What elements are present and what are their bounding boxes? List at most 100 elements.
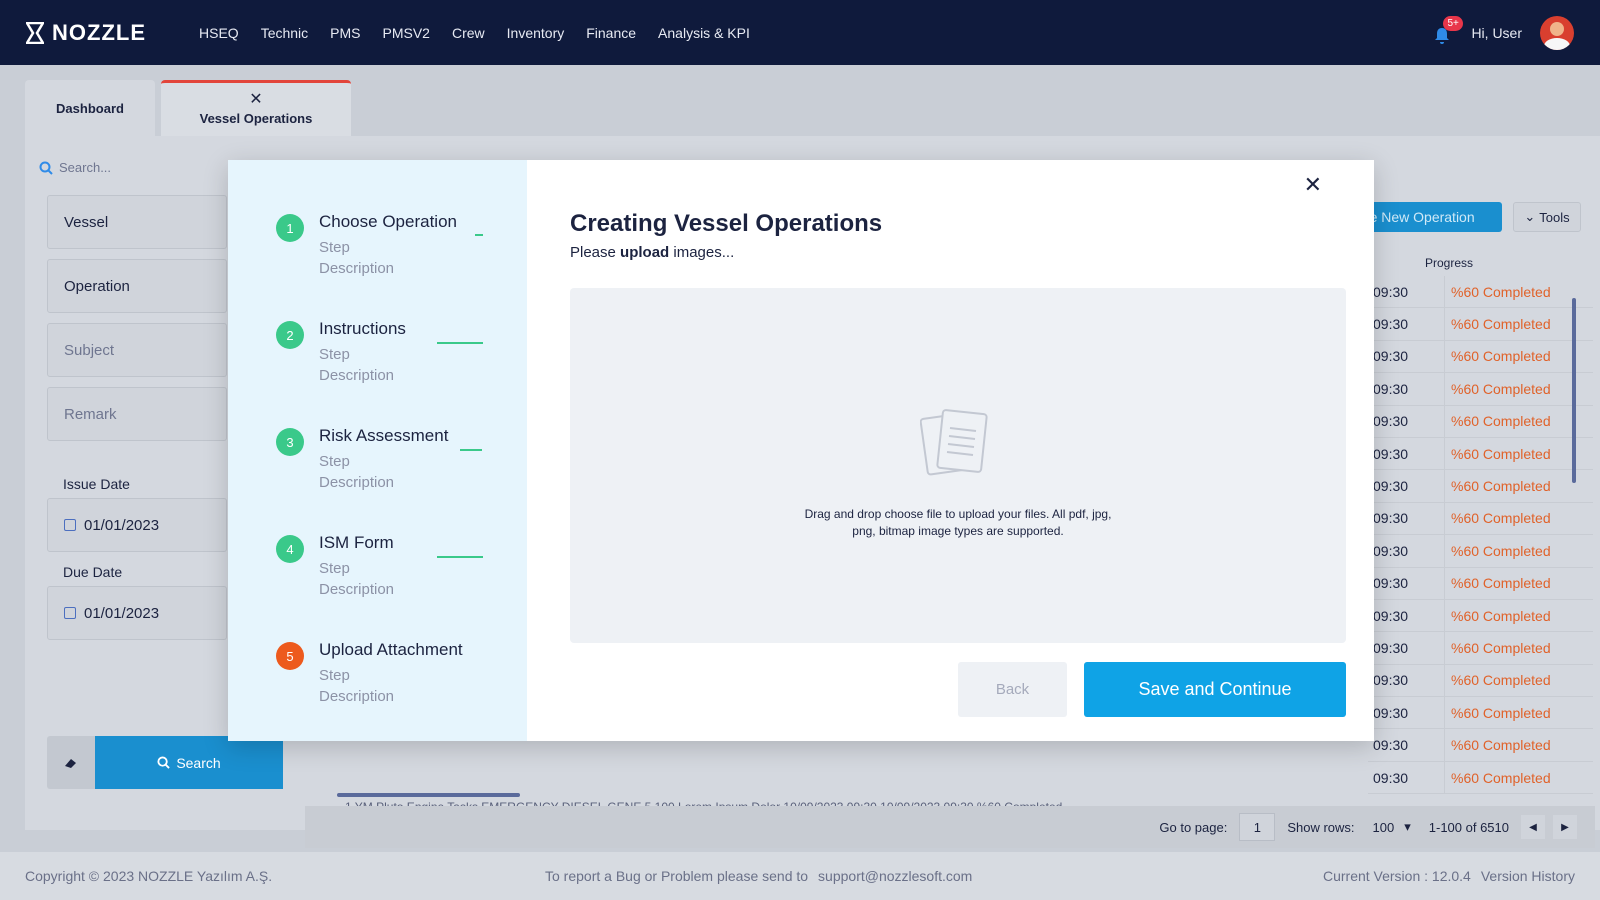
chevron-right-icon: ▶ xyxy=(1561,821,1569,833)
avatar[interactable] xyxy=(1540,15,1574,50)
table-row[interactable]: 09:30 %60 Completed xyxy=(1368,761,1593,795)
copyright-text: Copyright © 2023 NOZZLE Yazılım A.Ş. xyxy=(25,868,273,884)
progress-cell: %60 Completed xyxy=(1451,413,1551,430)
file-dropzone[interactable]: Drag and drop choose file to upload your… xyxy=(570,288,1346,643)
time-cell: 09:30 xyxy=(1368,373,1445,405)
close-tab-icon[interactable]: ✕ xyxy=(249,92,262,108)
issue-date-value: 01/01/2023 xyxy=(84,516,160,534)
vessel-select[interactable]: Vessel xyxy=(47,195,227,249)
document-icon xyxy=(920,409,988,476)
save-and-continue-button[interactable]: Save and Continue xyxy=(1084,662,1346,717)
calendar-icon xyxy=(64,607,76,619)
search-button[interactable]: Search xyxy=(95,736,283,789)
wizard-step-5[interactable]: 5 Upload Attachment Step Description xyxy=(276,640,463,707)
step-number-2: 2 xyxy=(276,321,304,349)
tools-button[interactable]: ⌄ Tools xyxy=(1513,202,1581,232)
subject-input[interactable]: Subject xyxy=(47,323,227,377)
next-page-button[interactable]: ▶ xyxy=(1553,815,1577,839)
step-number-1: 1 xyxy=(276,214,304,242)
operation-select-label: Operation xyxy=(64,277,130,295)
subject-placeholder: Subject xyxy=(64,341,115,359)
version-info: Current Version : 12.0.4 Version History xyxy=(1323,868,1575,884)
calendar-icon xyxy=(64,519,76,531)
time-cell: 09:30 xyxy=(1368,276,1445,308)
table-row[interactable]: 09:30 %60 Completed xyxy=(1368,340,1593,374)
go-to-page-input[interactable]: 1 xyxy=(1239,813,1276,841)
operations-table: 09:30 %60 Completed 09:30 %60 Completed 09:3… xyxy=(1368,276,1593,795)
wizard-step-4[interactable]: 4 ISM Form Step Description xyxy=(276,533,394,600)
notification-badge: 5+ xyxy=(1443,15,1463,31)
operation-select[interactable]: Operation xyxy=(47,259,227,313)
wizard-step-1[interactable]: 1 Choose Operation Step Description xyxy=(276,212,457,279)
nav-item-analysis-kpi[interactable]: Analysis & KPI xyxy=(658,25,750,41)
user-greeting: Hi, User xyxy=(1471,24,1522,41)
table-row[interactable]: 09:30 %60 Completed xyxy=(1368,405,1593,438)
subtitle-suffix: images... xyxy=(669,244,735,261)
table-row[interactable]: 09:30 %60 Completed xyxy=(1368,437,1593,471)
issue-date-field[interactable]: 01/01/2023 xyxy=(47,498,227,552)
prev-page-button[interactable]: ◀ xyxy=(1521,815,1545,839)
step-title: Upload Attachment xyxy=(319,640,463,659)
table-row[interactable]: 09:30 %60 Completed xyxy=(1368,276,1593,309)
progress-cell: %60 Completed xyxy=(1451,704,1551,721)
footer: Copyright © 2023 NOZZLE Yazılım A.Ş. To … xyxy=(0,852,1600,900)
modal-content: ✕ Creating Vessel Operations Please uplo… xyxy=(527,160,1374,741)
create-operation-modal: 1 Choose Operation Step Description 2 In… xyxy=(228,160,1374,741)
sidebar-search[interactable]: Search... xyxy=(39,160,111,175)
table-row[interactable]: 09:30 %60 Completed xyxy=(1368,632,1593,665)
progress-cell: %60 Completed xyxy=(1451,478,1551,495)
chevron-down-icon: ⌄ xyxy=(1524,209,1536,224)
table-row[interactable]: 09:30 %60 Completed xyxy=(1368,308,1593,341)
step-title: Instructions xyxy=(319,319,406,338)
due-date-field[interactable]: 01/01/2023 xyxy=(47,586,227,640)
time-cell: 09:30 xyxy=(1368,729,1445,761)
table-row[interactable]: 09:30 %60 Completed xyxy=(1368,664,1593,698)
table-row[interactable]: 09:30 %60 Completed xyxy=(1368,502,1593,536)
version-history-link[interactable]: Version History xyxy=(1481,868,1575,884)
tab-vessel-operations[interactable]: ✕ Vessel Operations xyxy=(161,80,351,136)
sidebar-search-placeholder: Search... xyxy=(59,160,112,175)
rows-per-page-value: 100 xyxy=(1372,819,1395,835)
table-row[interactable]: 09:30 %60 Completed xyxy=(1368,729,1593,762)
step-description: Description xyxy=(319,367,395,384)
table-row[interactable]: 09:30 %60 Completed xyxy=(1368,535,1593,568)
horizontal-scrollbar[interactable] xyxy=(337,793,520,797)
brand-logo[interactable]: NOZZLE xyxy=(26,20,171,46)
table-row[interactable]: 09:30 %60 Completed xyxy=(1368,599,1593,633)
page-range: 1-100 of 6510 xyxy=(1428,819,1509,835)
progress-cell: %60 Completed xyxy=(1451,769,1551,786)
nav-item-finance[interactable]: Finance xyxy=(586,25,636,41)
table-row[interactable]: 09:30 %60 Completed xyxy=(1368,373,1593,406)
brand-name: NOZZLE xyxy=(52,19,146,45)
table-row[interactable]: 09:30 %60 Completed xyxy=(1368,470,1593,503)
time-cell: 09:30 xyxy=(1368,697,1445,729)
user-area: 5+ Hi, User xyxy=(1431,0,1574,65)
nav-item-inventory[interactable]: Inventory xyxy=(507,25,565,41)
step-title: Choose Operation xyxy=(319,212,457,231)
wizard-step-3[interactable]: 3 Risk Assessment Step Description xyxy=(276,426,448,493)
nav-item-pmsv2[interactable]: PMSV2 xyxy=(383,25,430,41)
time-cell: 09:30 xyxy=(1368,502,1445,535)
report-info: To report a Bug or Problem please send t… xyxy=(545,868,1323,884)
nav-item-pms[interactable]: PMS xyxy=(330,25,360,41)
remark-input[interactable]: Remark xyxy=(47,387,227,441)
show-rows-label: Show rows: xyxy=(1287,819,1355,835)
step-connector xyxy=(475,234,483,236)
notifications-button[interactable]: 5+ xyxy=(1431,15,1463,44)
chevron-left-icon: ◀ xyxy=(1529,821,1537,833)
step-connector xyxy=(437,556,483,558)
clear-filters-button[interactable] xyxy=(47,736,95,789)
support-email-link[interactable]: support@nozzlesoft.com xyxy=(818,868,972,884)
rows-per-page-select[interactable]: 100 ▾ xyxy=(1367,819,1417,835)
progress-cell: %60 Completed xyxy=(1451,737,1551,754)
wizard-step-2[interactable]: 2 Instructions Step Description xyxy=(276,319,406,386)
nav-item-hseq[interactable]: HSEQ xyxy=(199,25,239,41)
tab-dashboard[interactable]: Dashboard xyxy=(25,80,155,136)
table-row[interactable]: 09:30 %60 Completed xyxy=(1368,697,1593,730)
back-button[interactable]: Back xyxy=(958,662,1067,717)
nav-item-technic[interactable]: Technic xyxy=(261,25,308,41)
table-row[interactable]: 09:30 %60 Completed xyxy=(1368,567,1593,600)
close-icon[interactable]: ✕ xyxy=(1304,174,1322,196)
vertical-scrollbar[interactable] xyxy=(1572,298,1576,483)
nav-item-crew[interactable]: Crew xyxy=(452,25,485,41)
